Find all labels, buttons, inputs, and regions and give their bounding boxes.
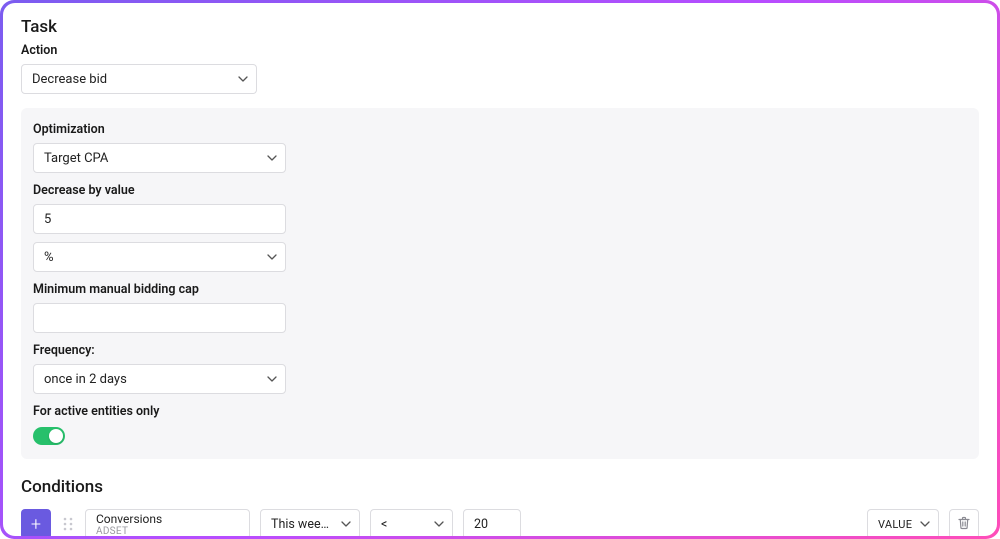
condition-operator-select[interactable]: < [370,509,453,536]
action-select[interactable]: Decrease bid [21,64,257,94]
chevron-down-icon [920,521,930,527]
action-label: Action [21,43,979,58]
task-section-title: Task [21,17,979,37]
decrease-value-input[interactable] [33,204,286,234]
chevron-down-icon [267,254,277,260]
condition-row: + Conversions ADSET This week (… [21,509,979,536]
frequency-select[interactable]: once in 2 days [33,364,286,394]
chevron-down-icon [238,76,248,82]
frequency-label: Frequency: [33,343,967,358]
condition-compare-type-value: VALUE [878,518,912,531]
frequency-select-value: once in 2 days [44,372,127,387]
condition-timeframe-select[interactable]: This week (… [260,509,360,536]
chevron-down-icon [267,155,277,161]
active-entities-label: For active entities only [33,404,967,419]
decrease-value-label: Decrease by value [33,183,967,198]
condition-compare-type-select[interactable]: VALUE [867,509,939,536]
min-cap-input[interactable] [33,303,286,333]
condition-metric-level: ADSET [96,526,239,536]
active-entities-toggle[interactable] [33,427,65,445]
chevron-down-icon [267,376,277,382]
optimization-select-value: Target CPA [44,151,108,166]
conditions-section-title: Conditions [21,477,979,497]
drag-handle-icon[interactable] [61,509,75,536]
action-select-value: Decrease bid [32,72,107,87]
plus-icon: + [31,514,41,535]
condition-metric-name: Conversions [96,513,239,526]
condition-value-input[interactable] [463,509,521,536]
condition-metric-select[interactable]: Conversions ADSET [85,509,250,536]
chevron-down-icon [341,521,351,527]
min-cap-label: Minimum manual bidding cap [33,282,967,297]
optimization-block: Optimization Target CPA Decrease by valu… [21,108,979,459]
decrease-unit-value: % [44,250,54,265]
optimization-select[interactable]: Target CPA [33,143,286,173]
trash-icon [957,515,971,534]
condition-operator-value: < [381,517,387,532]
optimization-label: Optimization [33,122,967,137]
chevron-down-icon [434,521,444,527]
add-condition-button[interactable]: + [21,509,51,536]
delete-condition-button[interactable] [949,509,979,536]
condition-timeframe-value: This week (… [271,517,335,532]
decrease-unit-select[interactable]: % [33,242,286,272]
